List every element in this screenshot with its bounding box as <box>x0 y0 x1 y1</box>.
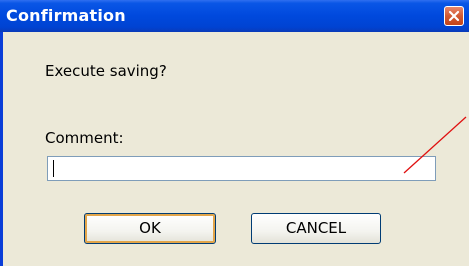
confirmation-message: Execute saving? <box>45 62 167 80</box>
confirmation-dialog: Confirmation Execute saving? Comment: OK… <box>0 0 469 266</box>
ok-button[interactable]: OK <box>84 213 216 244</box>
comment-input[interactable] <box>47 156 436 181</box>
comment-label: Comment: <box>45 129 124 147</box>
cancel-button[interactable]: CANCEL <box>251 213 381 244</box>
text-caret <box>53 160 54 177</box>
close-button[interactable] <box>444 6 464 26</box>
dialog-title: Confirmation <box>6 6 126 25</box>
title-bar[interactable]: Confirmation <box>0 0 469 32</box>
close-icon <box>448 10 460 22</box>
